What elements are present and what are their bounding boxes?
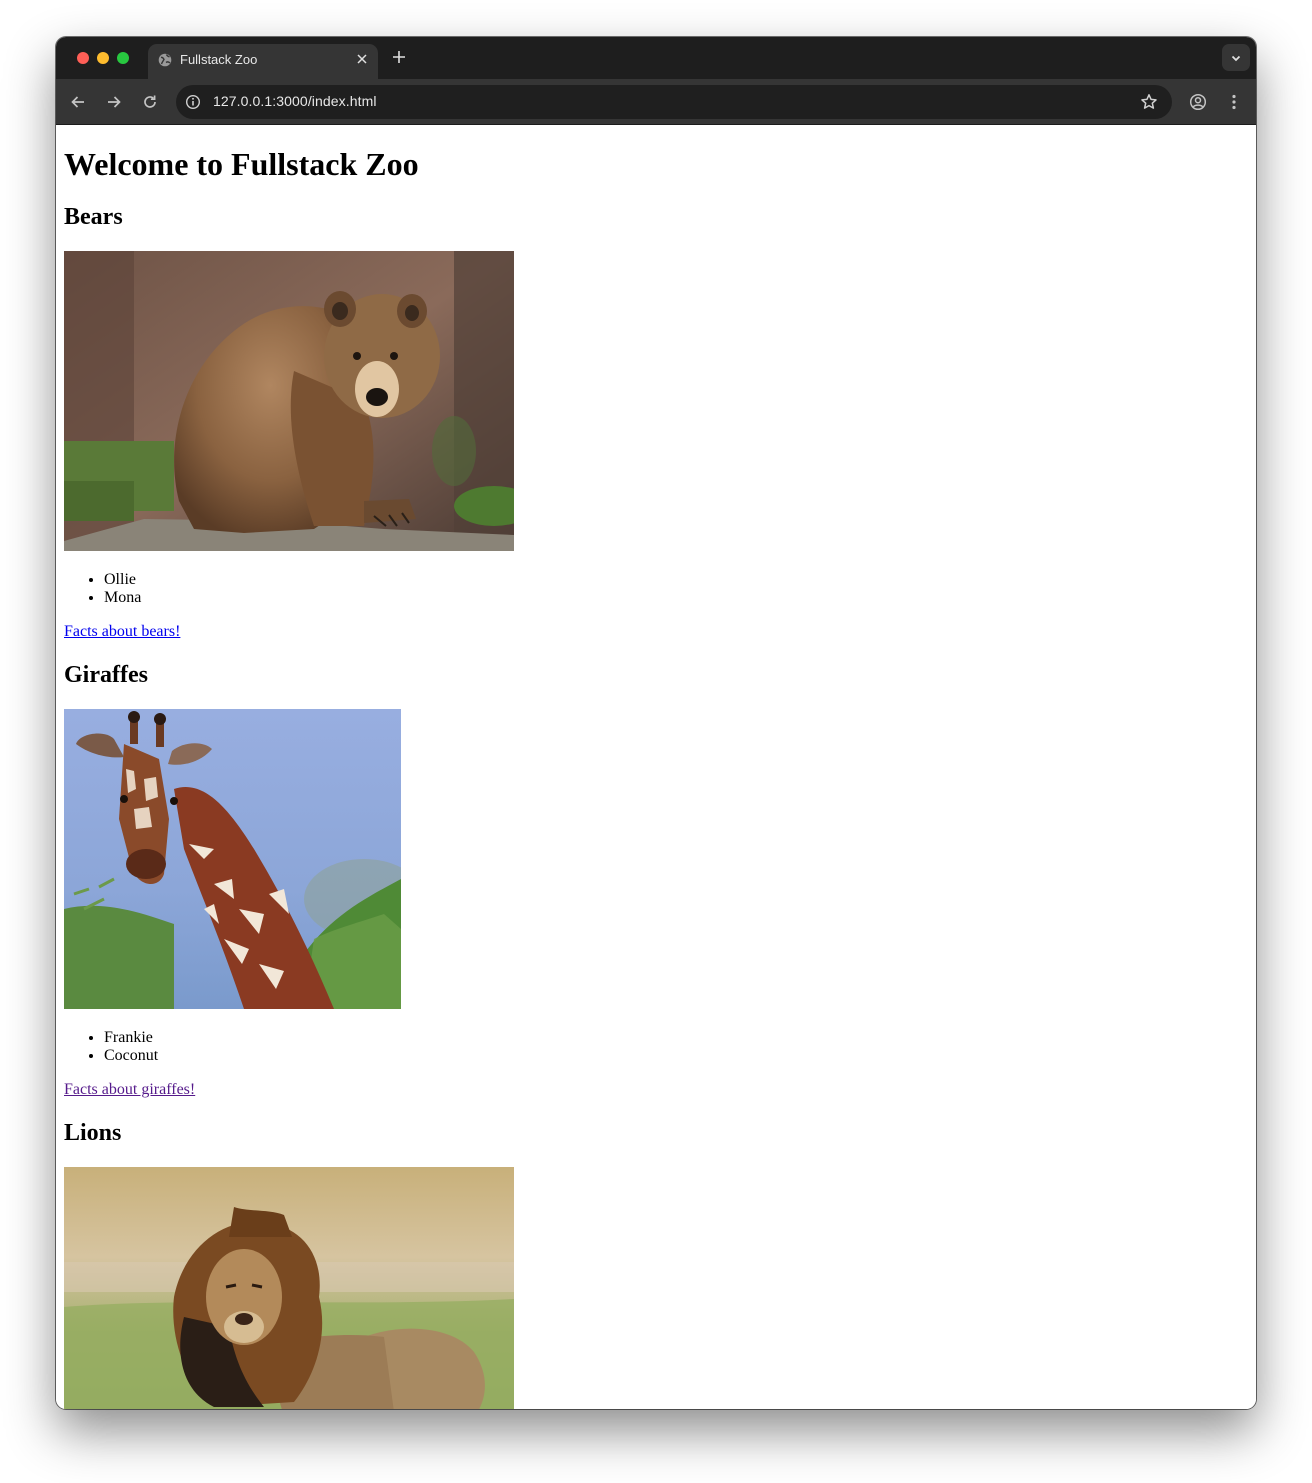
forward-arrow-icon[interactable] xyxy=(105,93,123,111)
profile-icon[interactable] xyxy=(1189,93,1207,111)
globe-icon xyxy=(158,53,172,67)
giraffe-image xyxy=(64,709,401,1009)
bear-image xyxy=(64,251,514,551)
plus-icon[interactable] xyxy=(392,50,406,64)
tab-strip: Fullstack Zoo xyxy=(56,37,1256,79)
star-icon[interactable] xyxy=(1140,93,1158,111)
section-title-lions: Lions xyxy=(64,1120,122,1146)
more-vert-icon[interactable] xyxy=(1225,93,1243,111)
bears-facts-link[interactable]: Facts about bears! xyxy=(64,623,180,641)
bears-list: Ollie Mona xyxy=(64,571,514,607)
close-icon[interactable] xyxy=(356,53,368,65)
tab-active[interactable]: Fullstack Zoo xyxy=(148,44,378,79)
back-arrow-icon[interactable] xyxy=(69,93,87,111)
list-item: Frankie xyxy=(104,1029,514,1047)
browser-toolbar: 127.0.0.1:3000/index.html xyxy=(56,79,1256,125)
list-item: Ollie xyxy=(104,571,514,589)
window-minimize-button[interactable] xyxy=(97,52,109,64)
info-icon[interactable] xyxy=(185,94,201,110)
chevron-down-icon xyxy=(1231,55,1241,62)
section-title-giraffes: Giraffes xyxy=(64,662,148,688)
list-item: Coconut xyxy=(104,1047,514,1065)
address-bar[interactable]: 127.0.0.1:3000/index.html xyxy=(176,85,1172,119)
page-viewport[interactable]: Welcome to Fullstack Zoo Bears • Ollie •… xyxy=(56,125,1256,1409)
tab-search-button[interactable] xyxy=(1222,44,1250,71)
browser-window: Fullstack Zoo 127.0.0.1:3000/index.html … xyxy=(56,37,1256,1409)
list-item: Mona xyxy=(104,589,514,607)
url-text: 127.0.0.1:3000/index.html xyxy=(213,93,377,109)
page-title: Welcome to Fullstack Zoo xyxy=(64,146,419,182)
window-maximize-button[interactable] xyxy=(117,52,129,64)
giraffes-list: Frankie Coconut xyxy=(64,1029,514,1065)
giraffes-facts-link[interactable]: Facts about giraffes! xyxy=(64,1081,195,1099)
section-title-bears: Bears xyxy=(64,204,123,230)
lion-image xyxy=(64,1167,514,1409)
reload-icon[interactable] xyxy=(141,93,159,111)
window-close-button[interactable] xyxy=(77,52,89,64)
page-content: Welcome to Fullstack Zoo Bears • Ollie •… xyxy=(64,125,514,1409)
tab-title: Fullstack Zoo xyxy=(180,52,258,67)
